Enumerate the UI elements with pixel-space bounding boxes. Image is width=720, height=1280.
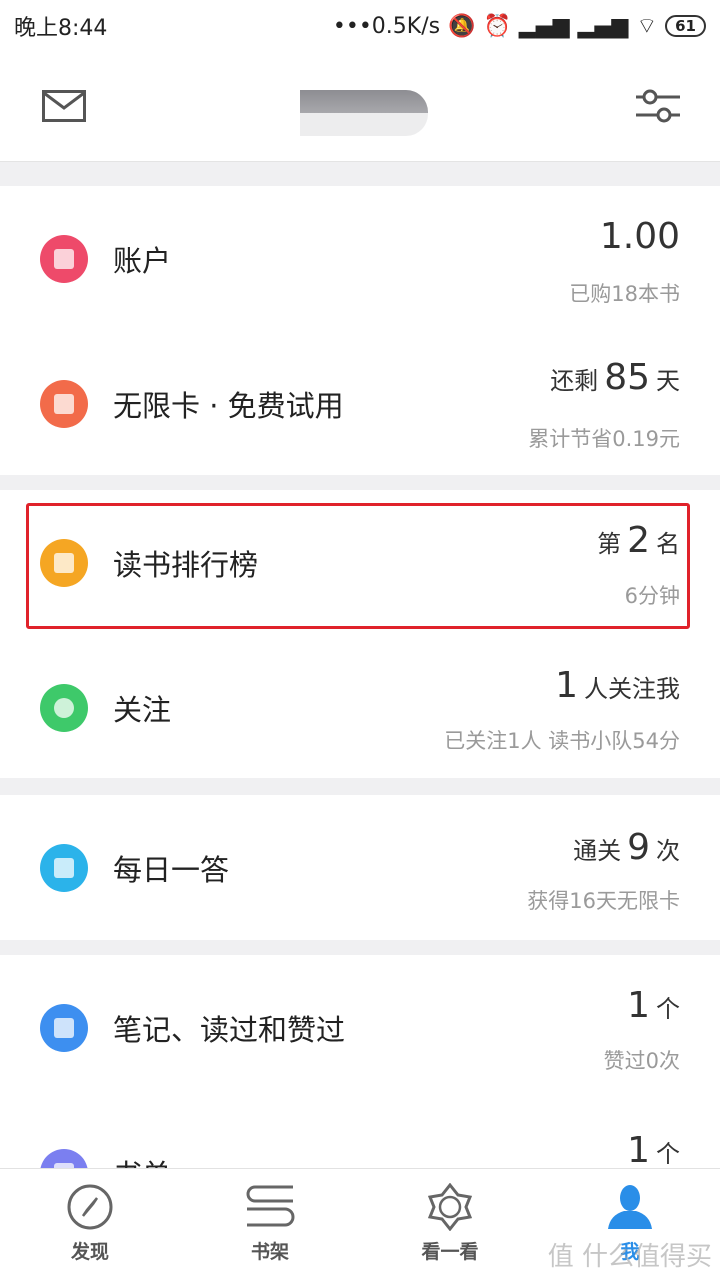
value-prefix: 通关 [573, 837, 622, 865]
status-bar: 晚上8:44 •••0.5K/s 🔕 ⏰ ▂▄▆ ▂▄▆ ⌔ 61 [0, 0, 720, 52]
value-number: 1 [627, 985, 650, 1026]
eye-icon [40, 683, 88, 732]
alarm-icon: ⏰ [483, 13, 511, 39]
value-number: 1 [627, 1130, 650, 1168]
tab-bookshelf[interactable]: 书架 [180, 1169, 360, 1280]
look-icon [427, 1183, 473, 1231]
crown-icon [40, 843, 88, 892]
signal-icon: ▂▄▆ [577, 13, 629, 39]
username-blurred [300, 90, 428, 136]
row-label: 书单 [113, 1152, 171, 1169]
sliders-icon[interactable] [636, 88, 680, 124]
tab-look[interactable]: 看一看 [360, 1169, 540, 1280]
row-label: 无限卡 · 免费试用 [113, 388, 344, 423]
compass-icon [67, 1184, 113, 1230]
header [0, 52, 720, 162]
tab-discover[interactable]: 发现 [0, 1169, 180, 1280]
row-sub: 已关注1人 读书小队54分 [444, 729, 680, 753]
highlight-box [26, 503, 690, 629]
row-sub: 赞过0次 [603, 1049, 680, 1073]
card-notes: 笔记、读过和赞过 1个 赞过0次 书单 1个 [0, 955, 720, 1168]
tab-label: 发现 [70, 1241, 109, 1263]
booklist-icon [40, 1148, 88, 1168]
network-speed: •••0.5K/s [332, 13, 441, 39]
row-label: 每日一答 [113, 852, 230, 887]
value-suffix: 个 [656, 995, 680, 1023]
value-number: 1 [555, 665, 578, 706]
signal-icon: ▂▄▆ [518, 13, 570, 39]
card-daily: 每日一答 通关 9 次 获得16天无限卡 [0, 795, 720, 940]
value-suffix: 次 [656, 837, 680, 865]
mute-icon: 🔕 [448, 13, 476, 39]
infinite-card-icon [40, 379, 88, 428]
row-daily-quiz[interactable]: 每日一答 通关 9 次 获得16天无限卡 [0, 795, 720, 940]
wifi-icon: ⌔ [636, 14, 658, 39]
mail-icon[interactable] [42, 90, 86, 122]
row-label: 账户 [113, 243, 172, 278]
value-suffix: 天 [656, 367, 680, 395]
value-prefix: 还剩 [550, 367, 599, 395]
row-label: 关注 [113, 692, 172, 727]
value-number: 9 [627, 827, 650, 868]
clock: 晚上8:44 [14, 16, 108, 41]
row-sub: 累计节省0.19元 [528, 427, 680, 451]
row-label: 笔记、读过和赞过 [113, 1012, 346, 1047]
row-follow[interactable]: 关注 1 人关注我 已关注1人 读书小队54分 [0, 635, 720, 780]
battery-icon: 61 [665, 15, 706, 37]
value-suffix: 人关注我 [584, 675, 680, 703]
user-icon [608, 1185, 652, 1229]
row-booklist[interactable]: 书单 1个 [0, 1100, 720, 1168]
row-sub: 已购18本书 [569, 282, 680, 306]
tab-label: 看一看 [421, 1241, 479, 1263]
value-suffix: 个 [656, 1140, 680, 1168]
tab-label: 书架 [250, 1241, 289, 1263]
value-number: 85 [604, 357, 650, 398]
watermark: 值 什么值得买 [547, 1242, 712, 1272]
feather-icon [40, 1003, 88, 1052]
row-sub: 获得16天无限卡 [527, 889, 680, 913]
row-notes[interactable]: 笔记、读过和赞过 1个 赞过0次 [0, 955, 720, 1100]
row-infinite-card[interactable]: 无限卡 · 免费试用 还剩 85 天 累计节省0.19元 [0, 331, 720, 476]
account-icon [40, 234, 88, 283]
card-account: 账户 1.00 已购18本书 无限卡 · 免费试用 还剩 85 天 累计节省0.19… [0, 186, 720, 475]
row-value: 1.00 [599, 216, 680, 257]
row-account[interactable]: 账户 1.00 已购18本书 [0, 186, 720, 331]
bookshelf-icon [246, 1185, 295, 1227]
